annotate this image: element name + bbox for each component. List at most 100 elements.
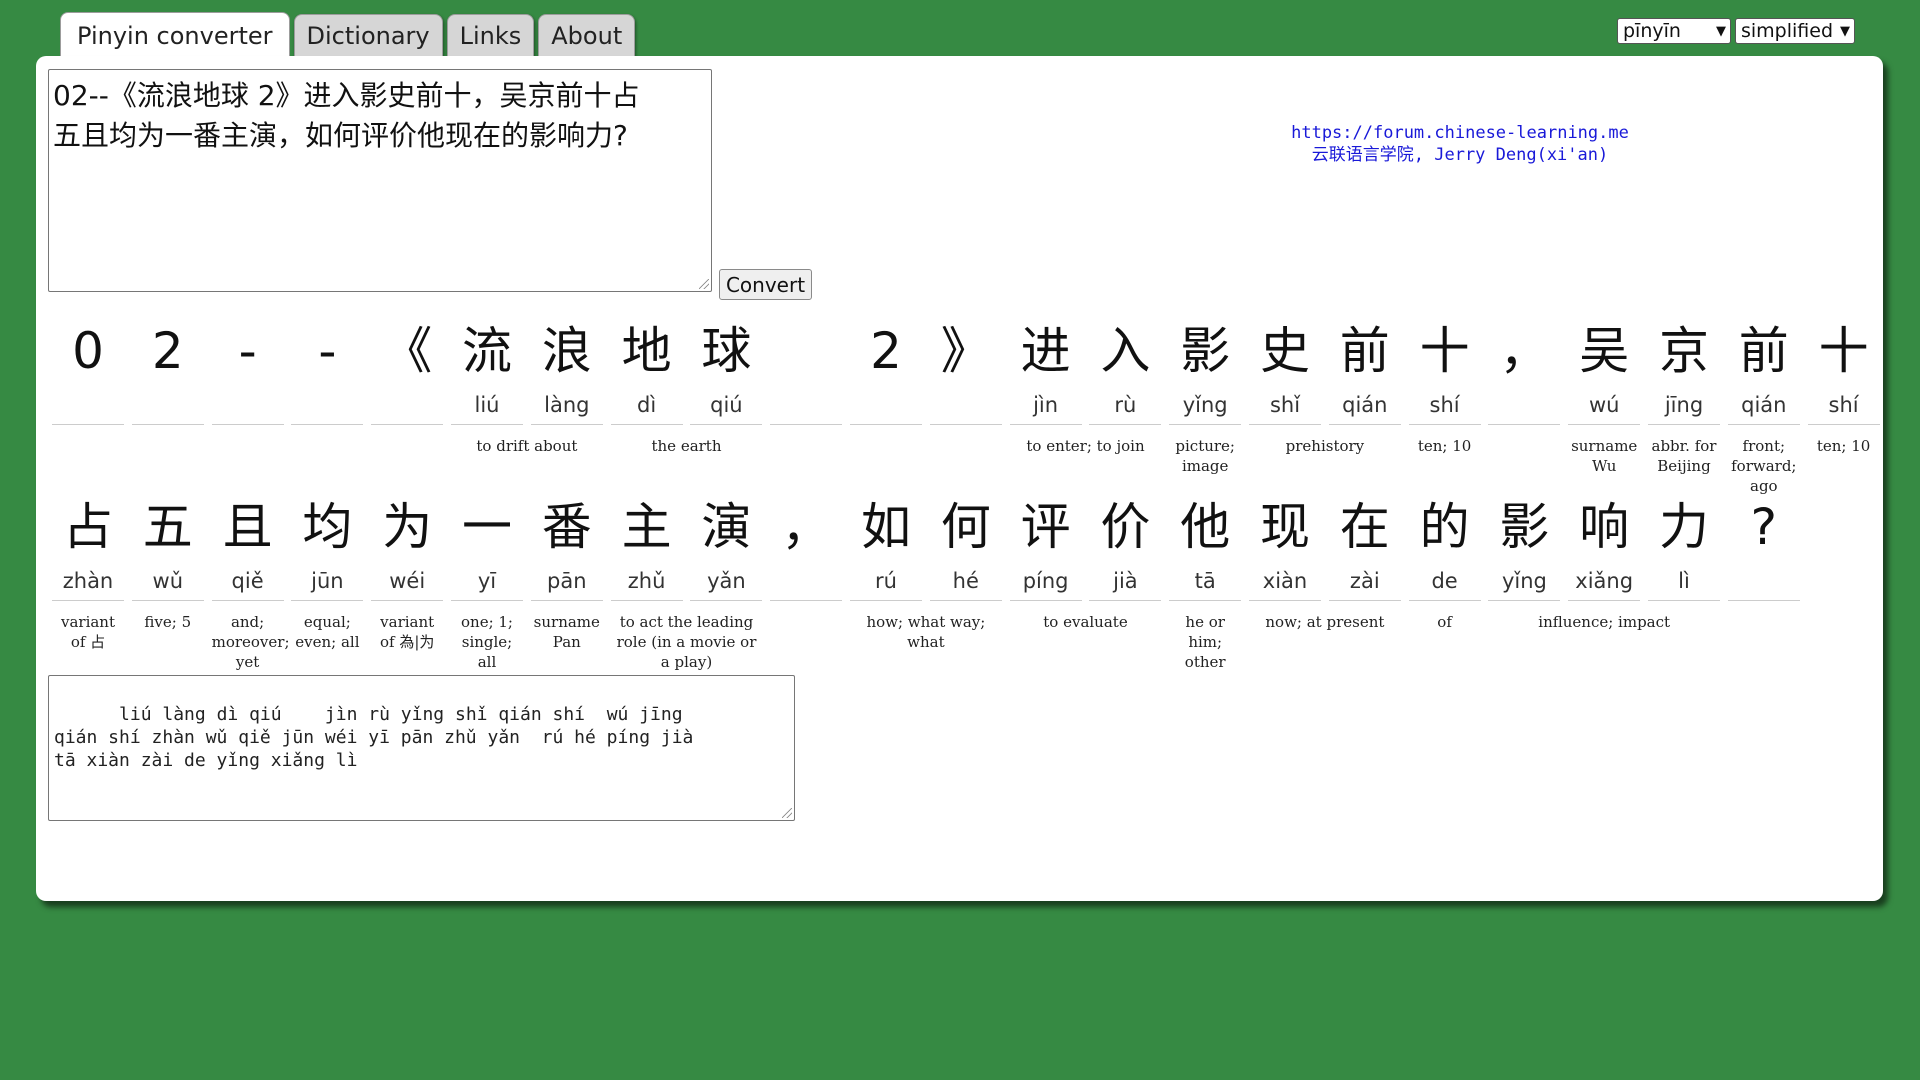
hanzi-char[interactable]: 占: [52, 496, 124, 558]
hanzi-char[interactable]: 十: [1409, 320, 1481, 382]
pinyin-output-textarea[interactable]: liú làng dì qiú jìn rù yǐng shǐ qián shí…: [48, 675, 795, 821]
hanzi-char[interactable]: 何: [930, 496, 1002, 558]
char-cell: 流 liú: [451, 320, 523, 425]
forum-link[interactable]: https://forum.chinese-learning.me: [1230, 122, 1690, 144]
convert-button[interactable]: Convert: [719, 269, 812, 300]
hanzi-char[interactable]: 他: [1169, 496, 1241, 558]
pinyin-label: wéi: [389, 569, 426, 593]
pinyin-label: qiú: [710, 393, 743, 417]
tab-about[interactable]: About: [538, 14, 636, 56]
hanzi-char[interactable]: 主: [611, 496, 683, 558]
hanzi-char[interactable]: 十: [1808, 320, 1880, 382]
pinyin-label: zhàn: [62, 569, 114, 593]
hanzi-char[interactable]: 且: [212, 496, 284, 558]
hanzi-char[interactable]: 前: [1329, 320, 1401, 382]
char-cell: 0: [52, 320, 124, 425]
tone-mark-select[interactable]: pīnyīn ▼: [1617, 18, 1731, 44]
hanzi-char[interactable]: -: [212, 320, 284, 382]
hanzi-char[interactable]: 流: [451, 320, 523, 382]
pinyin-label: jūn: [311, 569, 344, 593]
hanzi-char[interactable]: 0: [52, 320, 124, 382]
pinyin-label: [930, 390, 1002, 420]
resize-handle-icon[interactable]: [782, 808, 792, 818]
hanzi-char[interactable]: 均: [291, 496, 363, 558]
pinyin-label: yǐng: [1182, 393, 1228, 417]
char-cell: 浪 làng: [530, 320, 603, 425]
hanzi-char[interactable]: 史: [1249, 320, 1321, 382]
hanzi-char[interactable]: 番: [531, 496, 603, 558]
chevron-down-icon: ▼: [1840, 23, 1850, 39]
pinyin-label: hé: [952, 569, 979, 593]
resize-handle-icon[interactable]: [699, 279, 709, 289]
gloss-definition: surname Pan: [533, 613, 600, 651]
chevron-down-icon: ▼: [1716, 23, 1726, 39]
char-cell: 番 pān: [530, 496, 603, 601]
char-cell: 且 qiě: [211, 496, 284, 601]
hanzi-char[interactable]: 为: [371, 496, 443, 558]
char-cell: 的 de: [1408, 496, 1481, 601]
tab-links[interactable]: Links: [446, 14, 535, 56]
gloss-definition: and; moreover; yet: [211, 613, 290, 671]
hanzi-char[interactable]: 影: [1169, 320, 1241, 382]
cell-divider: [451, 424, 523, 425]
cell-divider: [610, 600, 683, 601]
author-credit: 云联语言学院, Jerry Deng(xi'an): [1311, 145, 1609, 165]
credits-block: https://forum.chinese-learning.me 云联语言学院…: [1230, 122, 1690, 166]
hanzi-char[interactable]: 前: [1728, 320, 1800, 382]
hanzi-char[interactable]: 球: [690, 320, 762, 382]
cell-divider: [1089, 424, 1162, 425]
pinyin-label: liú: [474, 393, 500, 417]
cell-divider: [530, 424, 603, 425]
hanzi-char[interactable]: 力: [1648, 496, 1720, 558]
pinyin-label: làng: [544, 393, 590, 417]
hanzi-char[interactable]: 如: [850, 496, 922, 558]
pinyin-label: qián: [1741, 393, 1787, 417]
char-cell: 如 rú: [850, 496, 922, 601]
pinyin-label: yǐng: [1501, 569, 1547, 593]
hanzi-char[interactable]: 入: [1089, 320, 1161, 382]
hanzi-char[interactable]: 一: [451, 496, 523, 558]
hanzi-char[interactable]: 演: [690, 496, 762, 558]
hanzi-char[interactable]: 吴: [1568, 320, 1640, 382]
hanzi-char[interactable]: 2: [850, 320, 922, 382]
hanzi-char[interactable]: 》: [930, 320, 1002, 382]
tab-dictionary[interactable]: Dictionary: [293, 14, 443, 56]
hanzi-char[interactable]: ?: [1728, 496, 1800, 558]
script-select[interactable]: simplified ▼: [1735, 18, 1855, 44]
tab-pinyin-converter[interactable]: Pinyin converter: [60, 12, 290, 58]
hanzi-char[interactable]: 现: [1249, 496, 1321, 558]
hanzi-char[interactable]: ，: [770, 496, 842, 558]
hanzi-char[interactable]: 的: [1409, 496, 1481, 558]
cell-divider: [1169, 600, 1242, 601]
hanzi-char[interactable]: 影: [1488, 496, 1560, 558]
hanzi-char[interactable]: 浪: [531, 320, 603, 382]
pinyin-label: shí: [1429, 393, 1460, 417]
cell-divider: [52, 424, 124, 425]
hanzi-char[interactable]: 京: [1648, 320, 1720, 382]
hanzi-char[interactable]: 评: [1010, 496, 1082, 558]
char-cell: 2: [850, 320, 922, 425]
hanzi-char[interactable]: 2: [132, 320, 204, 382]
gloss-definition: ten; 10: [1417, 437, 1472, 455]
hanzi-char[interactable]: [770, 320, 842, 382]
hanzi-char[interactable]: 进: [1010, 320, 1082, 382]
char-cell: 史 shǐ: [1249, 320, 1321, 425]
cell-divider: [1249, 600, 1321, 601]
hanzi-char[interactable]: ，: [1488, 320, 1560, 382]
hanzi-char[interactable]: 在: [1329, 496, 1401, 558]
hanzi-char[interactable]: 五: [132, 496, 204, 558]
cell-divider: [1009, 600, 1082, 601]
char-cell: ，: [1488, 320, 1561, 425]
char-cell: [770, 320, 843, 425]
hanzi-char[interactable]: 价: [1089, 496, 1161, 558]
cell-divider: [211, 424, 284, 425]
hanzi-char[interactable]: 响: [1568, 496, 1640, 558]
chinese-input-textarea[interactable]: 02--《流浪地球 2》进入影史前十，吴京前十占 五且均为一番主演，如何评价他现…: [48, 69, 712, 292]
pinyin-label: [52, 390, 124, 420]
hanzi-char[interactable]: 地: [611, 320, 683, 382]
input-line-2: 五且均为一番主演，如何评价他现在的影响力?: [53, 119, 628, 152]
gloss-definition: variant of 占: [60, 613, 116, 651]
cell-divider: [291, 600, 364, 601]
hanzi-char[interactable]: 《: [371, 320, 443, 382]
hanzi-char[interactable]: -: [291, 320, 363, 382]
